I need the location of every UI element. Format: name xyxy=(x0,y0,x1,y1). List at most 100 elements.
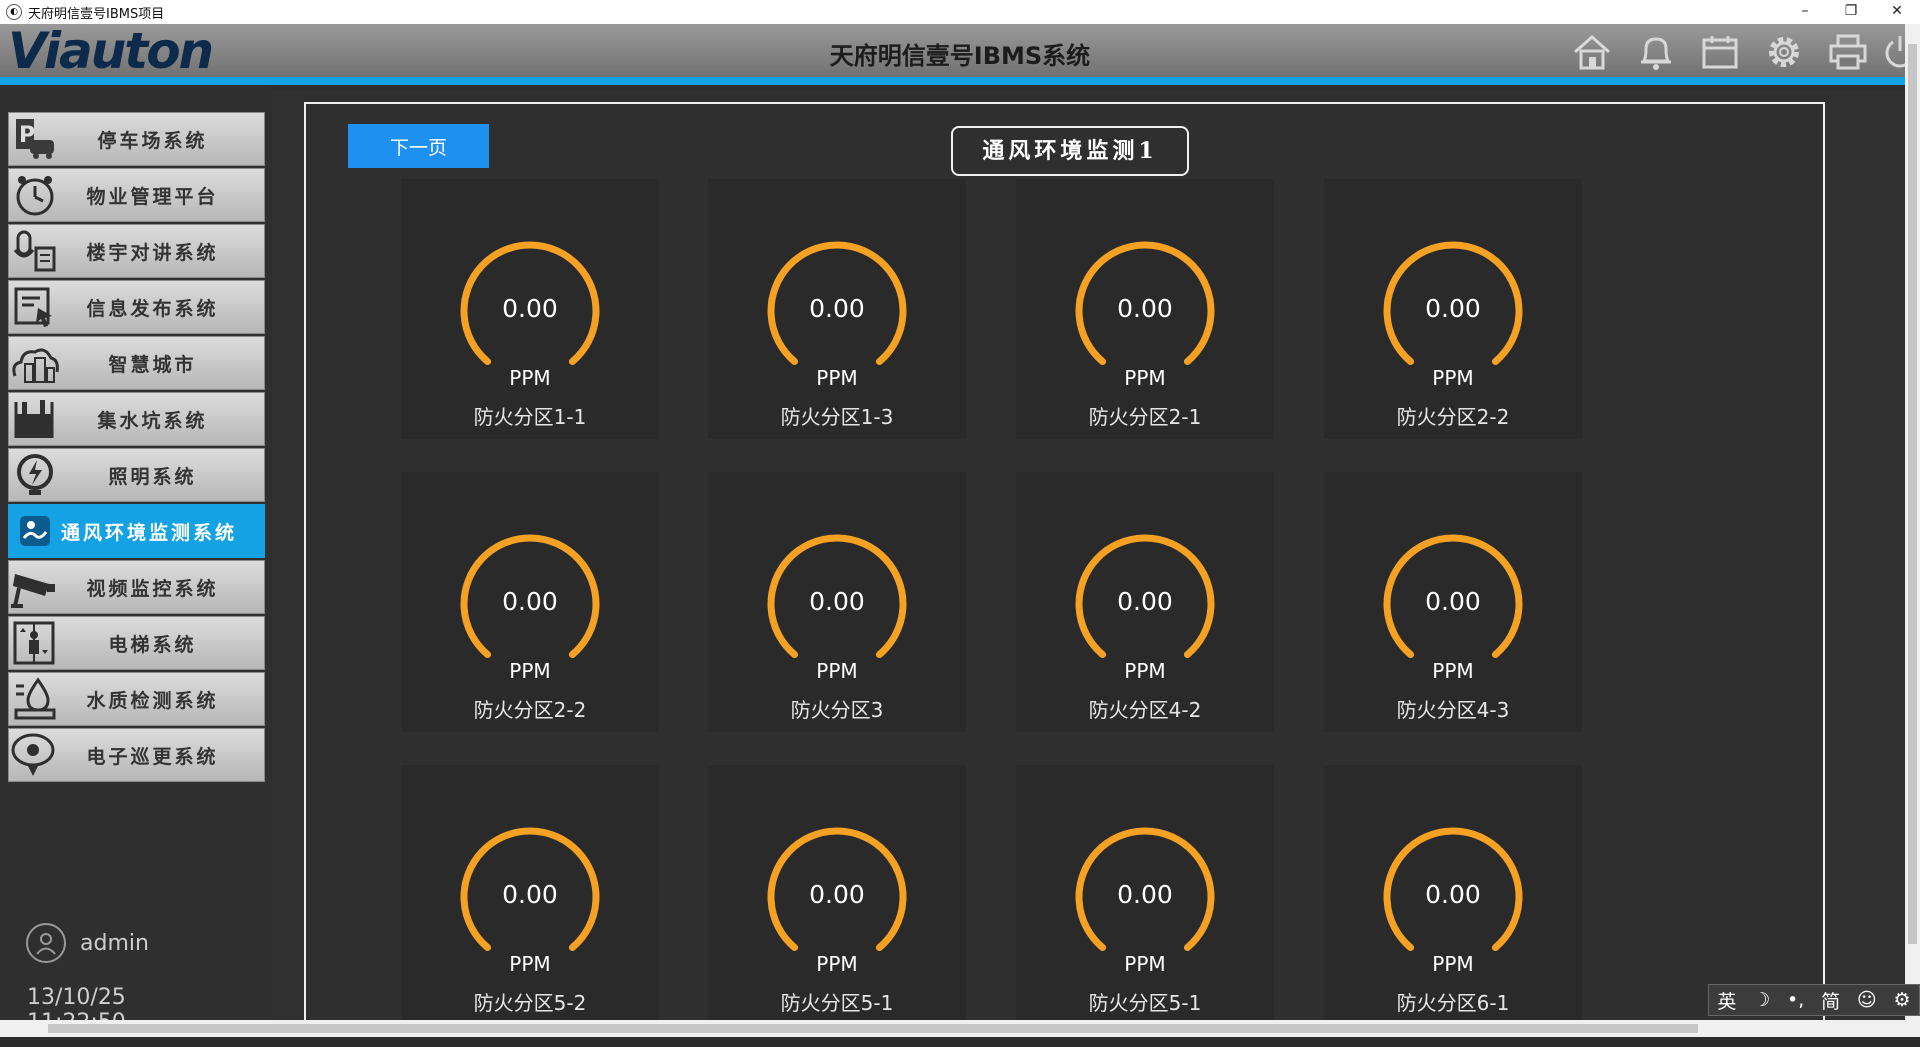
user-icon xyxy=(26,923,66,963)
gauge-unit: PPM xyxy=(509,952,551,976)
sidebar-item-label: 信息发布系统 xyxy=(86,297,219,320)
elevator-icon xyxy=(9,618,61,668)
gauge-value: 0.00 xyxy=(1117,294,1173,323)
user-info: admin xyxy=(26,923,149,963)
app-icon: ◐ xyxy=(6,4,22,20)
gauge-label: 防火分区6-1 xyxy=(1396,991,1510,1015)
gauge-value: 0.00 xyxy=(1117,587,1173,616)
sidebar-item-label: 照明系统 xyxy=(108,465,197,488)
gauge-label: 防火分区2-2 xyxy=(473,698,587,722)
gauge-card: 0.00 PPM 防火分区1-3 xyxy=(708,179,966,439)
logo-text: Viauton xyxy=(8,22,214,80)
intercom-icon xyxy=(9,226,61,276)
gauge-value: 0.00 xyxy=(809,294,865,323)
gauge-value: 0.00 xyxy=(1425,587,1481,616)
gauge-label: 防火分区4-2 xyxy=(1088,698,1202,722)
sidebar-item-info-release[interactable]: 信息发布系统 xyxy=(8,280,265,334)
ime-lang-toggle[interactable]: 英 xyxy=(1717,987,1736,1014)
ime-settings-icon[interactable]: ⚙ xyxy=(1894,989,1911,1011)
gauge-card: 0.00 PPM 防火分区2-2 xyxy=(1324,179,1582,439)
gauge-value: 0.00 xyxy=(502,587,558,616)
sidebar-item-ventilation[interactable]: 通风环境监测系统 xyxy=(8,504,265,558)
gauge-value: 0.00 xyxy=(502,880,558,909)
gauge-card: 0.00 PPM 防火分区5-2 xyxy=(401,765,659,1025)
gauge-unit: PPM xyxy=(509,366,551,390)
ventilation-icon xyxy=(9,506,61,556)
app-title: 天府明信壹号IBMS系统 xyxy=(829,42,1091,70)
bottom-strip xyxy=(0,1037,1920,1047)
vertical-scroll-thumb[interactable] xyxy=(1908,44,1917,944)
sidebar-item-clock[interactable]: 物业管理平台 xyxy=(8,168,265,222)
gauge-card: 0.00 PPM 防火分区4-2 xyxy=(1016,472,1274,732)
sump-icon xyxy=(9,394,61,444)
ime-simplified-toggle[interactable]: 简 xyxy=(1821,987,1840,1014)
sidebar-item-smart-city[interactable]: 智慧城市 xyxy=(8,336,265,390)
page-title: 通风环境监测1 xyxy=(951,126,1189,176)
gauge-unit: PPM xyxy=(1124,366,1166,390)
gauge-unit: PPM xyxy=(1432,659,1474,683)
window-titlebar: ◐ 天府明信壹号IBMS项目 – ❐ ✕ xyxy=(0,0,1920,24)
sidebar-item-label: 通风环境监测系统 xyxy=(61,521,238,544)
ime-punctuation-icon[interactable]: •, xyxy=(1787,989,1804,1011)
calendar-icon[interactable] xyxy=(1688,30,1752,74)
sidebar-item-label: 智慧城市 xyxy=(108,353,197,376)
sidebar-item-label: 楼宇对讲系统 xyxy=(86,241,219,264)
smart-city-icon xyxy=(9,338,61,388)
sidebar-item-label: 视频监控系统 xyxy=(86,577,219,600)
ime-toolbar: 英 ☽ •, 简 ☺ ⚙ xyxy=(1708,984,1920,1016)
restore-button[interactable]: ❐ xyxy=(1828,0,1874,24)
gauge-value: 0.00 xyxy=(809,880,865,909)
sidebar-item-parking[interactable]: P 停车场系统 xyxy=(8,112,265,166)
gauge-value: 0.00 xyxy=(1117,880,1173,909)
printer-icon[interactable] xyxy=(1816,30,1880,74)
gauge-unit: PPM xyxy=(1432,952,1474,976)
sidebar-item-lighting[interactable]: 照明系统 xyxy=(8,448,265,502)
horizontal-scrollbar[interactable] xyxy=(0,1020,1920,1037)
home-icon[interactable] xyxy=(1560,30,1624,74)
sidebar-item-camera[interactable]: 视频监控系统 xyxy=(8,560,265,614)
clock-icon xyxy=(9,170,61,220)
gauge-value: 0.00 xyxy=(809,587,865,616)
gauge-unit: PPM xyxy=(816,952,858,976)
bell-icon[interactable] xyxy=(1624,30,1688,74)
parking-icon: P xyxy=(9,114,61,164)
ime-moon-icon[interactable]: ☽ xyxy=(1753,989,1770,1011)
gauge-unit: PPM xyxy=(1432,366,1474,390)
gauge-value: 0.00 xyxy=(502,294,558,323)
vertical-scrollbar[interactable] xyxy=(1905,24,1920,1024)
gear-icon[interactable] xyxy=(1752,30,1816,74)
gauge-unit: PPM xyxy=(1124,659,1166,683)
sidebar-item-intercom[interactable]: 楼宇对讲系统 xyxy=(8,224,265,278)
sidebar-item-sump[interactable]: 集水坑系统 xyxy=(8,392,265,446)
sidebar-item-patrol[interactable]: 电子巡更系统 xyxy=(8,728,265,782)
gauge-label: 防火分区2-2 xyxy=(1396,405,1510,429)
sidebar-item-label: 水质检测系统 xyxy=(86,689,219,712)
gauge-card: 0.00 PPM 防火分区2-1 xyxy=(1016,179,1274,439)
gauge-card: 0.00 PPM 防火分区5-1 xyxy=(1016,765,1274,1025)
next-page-button[interactable]: 下一页 xyxy=(348,124,489,168)
close-button[interactable]: ✕ xyxy=(1874,0,1920,24)
window-title: 天府明信壹号IBMS项目 xyxy=(28,6,165,22)
app-header: Viauton 天府明信壹号IBMS系统 xyxy=(0,22,1920,80)
gauge-label: 防火分区1-1 xyxy=(473,405,587,429)
gauge-label: 防火分区5-2 xyxy=(473,991,587,1015)
sidebar-item-water-quality[interactable]: 水质检测系统 xyxy=(8,672,265,726)
sidebar-item-label: 电梯系统 xyxy=(108,633,197,656)
ime-emoji-icon[interactable]: ☺ xyxy=(1857,989,1877,1011)
gauge-unit: PPM xyxy=(816,659,858,683)
gauge-value: 0.00 xyxy=(1425,880,1481,909)
gauge-unit: PPM xyxy=(509,659,551,683)
gauge-card: 0.00 PPM 防火分区3 xyxy=(708,472,966,732)
minimize-button[interactable]: – xyxy=(1782,0,1828,24)
gauge-value: 0.00 xyxy=(1425,294,1481,323)
current-date: 13/10/25 xyxy=(27,985,126,1010)
gauge-label: 防火分区3 xyxy=(790,698,884,722)
sidebar-item-elevator[interactable]: 电梯系统 xyxy=(8,616,265,670)
gauge-card: 0.00 PPM 防火分区6-1 xyxy=(1324,765,1582,1025)
main-panel: 下一页 通风环境监测1 0.00 PPM 防火分区1-1 0.00 PPM 防火分区1-3… xyxy=(272,90,1904,1032)
gauge-label: 防火分区5-1 xyxy=(1088,991,1202,1015)
header-accent-bar xyxy=(0,77,1905,85)
gauge-card: 0.00 PPM 防火分区2-2 xyxy=(401,472,659,732)
sidebar-item-label: 物业管理平台 xyxy=(86,185,219,208)
horizontal-scroll-thumb[interactable] xyxy=(48,1024,1698,1033)
